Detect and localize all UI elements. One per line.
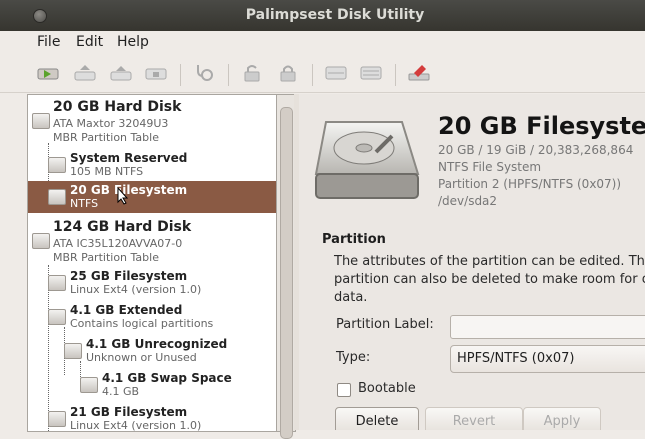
tree-item-subtitle: Linux Ext4 (version 1.0): [70, 419, 202, 432]
revert-button[interactable]: Revert: [425, 407, 523, 430]
tree-item-partition[interactable]: 21 GB Filesystem Linux Ext4 (version 1.0…: [28, 403, 277, 432]
detail-device: /dev/sda2: [438, 194, 498, 208]
tree-item-subtitle: Linux Ext4 (version 1.0): [70, 283, 202, 296]
unlock-icon[interactable]: [241, 64, 263, 82]
erase-icon[interactable]: [408, 64, 430, 82]
menu-bar: File Edit Help: [0, 31, 645, 53]
hard-disk-icon: [32, 113, 50, 129]
bootable-label: Bootable: [358, 381, 416, 396]
drive-stop-icon[interactable]: [145, 64, 167, 82]
toolbar-separator: [180, 64, 181, 86]
partition-label-input[interactable]: [450, 315, 645, 339]
tree-item-partition-selected[interactable]: 20 GB Filesystem NTFS: [28, 181, 277, 213]
tree-item-title: 4.1 GB Unrecognized: [86, 337, 228, 351]
tree-item-subtitle: 4.1 GB: [102, 385, 140, 398]
delete-button-label: Delete: [355, 414, 399, 429]
tree-item-title: 4.1 GB Swap Space: [102, 371, 232, 385]
menu-edit[interactable]: Edit: [76, 34, 103, 50]
tree-scrollbar-thumb[interactable]: [280, 107, 293, 439]
type-label: Type:: [336, 350, 371, 365]
drive-play-icon[interactable]: [37, 64, 59, 82]
drive-eject-alt-icon[interactable]: [110, 64, 132, 82]
partition-icon: [48, 275, 66, 291]
partition-icon: [48, 157, 66, 173]
tree-item-subtitle: MBR Partition Table: [53, 251, 159, 264]
partition-type-select[interactable]: HPFS/NTFS (0x07): [450, 345, 645, 373]
menu-help[interactable]: Help: [117, 34, 149, 50]
tree-item-disk-1[interactable]: 20 GB Hard Disk ATA Maxtor 32049U3 MBR P…: [28, 97, 277, 144]
lock-icon[interactable]: [277, 64, 299, 82]
tree-item-title: 21 GB Filesystem: [70, 405, 188, 419]
partition-icon: [48, 189, 66, 205]
menu-file[interactable]: File: [37, 34, 60, 50]
tree-item-partition[interactable]: System Reserved 105 MB NTFS: [28, 149, 277, 181]
drive-tree[interactable]: 20 GB Hard Disk ATA Maxtor 32049U3 MBR P…: [27, 94, 277, 432]
partition-type-value: HPFS/NTFS (0x07): [457, 351, 575, 366]
detail-title: 20 GB Filesyste: [438, 112, 645, 140]
tree-item-subtitle: Contains logical partitions: [70, 317, 214, 330]
drive-eject-icon[interactable]: [74, 64, 96, 82]
toolbar: [0, 56, 645, 93]
delete-button[interactable]: Delete: [335, 407, 419, 430]
tree-item-partition[interactable]: 4.1 GB Unrecognized Unknown or Unused: [28, 335, 277, 367]
tree-item-subtitle: ATA Maxtor 32049U3: [53, 117, 169, 130]
detail-partition: Partition 2 (HPFS/NTFS (0x07)): [438, 177, 622, 191]
detail-filesystem: NTFS File System: [438, 160, 542, 174]
window-title: Palimpsest Disk Utility: [245, 7, 425, 23]
apply-button-label: Apply: [543, 414, 581, 429]
partition-icon[interactable]: [360, 64, 382, 82]
tree-item-subtitle: Unknown or Unused: [86, 351, 197, 364]
tree-item-title: 4.1 GB Extended: [70, 303, 183, 317]
tree-item-disk-2[interactable]: 124 GB Hard Disk ATA IC35L120AVVA07-0 MB…: [28, 217, 277, 264]
mouse-cursor-icon: [117, 187, 129, 205]
title-bar: Palimpsest Disk Utility: [0, 0, 645, 31]
partition-heading: Partition: [322, 232, 386, 247]
partition-icon: [64, 343, 82, 359]
tree-item-subtitle: NTFS: [70, 197, 99, 210]
tree-item-title: 124 GB Hard Disk: [53, 219, 192, 235]
toolbar-separator: [312, 64, 313, 86]
tree-item-title: 25 GB Filesystem: [70, 269, 188, 283]
tree-item-partition[interactable]: 4.1 GB Swap Space 4.1 GB: [28, 369, 277, 401]
tree-item-subtitle: MBR Partition Table: [53, 131, 159, 144]
partition-description: data.: [334, 290, 368, 305]
toolbar-separator: [228, 64, 229, 86]
hard-disk-icon: [32, 233, 50, 249]
partition-icon: [48, 309, 66, 325]
stethoscope-icon[interactable]: [193, 64, 215, 82]
tree-item-subtitle: ATA IC35L120AVVA07-0: [53, 237, 183, 250]
revert-button-label: Revert: [452, 414, 496, 429]
partition-icon: [80, 377, 98, 393]
tree-item-subtitle: 105 MB NTFS: [70, 165, 144, 178]
tree-item-title: System Reserved: [70, 151, 188, 165]
partition-icon: [48, 411, 66, 427]
toolbar-separator: [395, 64, 396, 86]
partition-description: partition can also be deleted to make ro…: [334, 272, 645, 287]
hard-disk-icon: [314, 121, 420, 199]
tree-item-partition[interactable]: 25 GB Filesystem Linux Ext4 (version 1.0…: [28, 267, 277, 299]
partition-label-text: Partition Label:: [336, 317, 434, 332]
tree-item-partition[interactable]: 4.1 GB Extended Contains logical partiti…: [28, 301, 277, 333]
partition-description: The attributes of the partition can be e…: [334, 254, 645, 269]
tree-item-title: 20 GB Hard Disk: [53, 99, 182, 115]
tree-scrollbar[interactable]: [276, 94, 296, 439]
detail-size: 20 GB / 19 GiB / 20,383,268,864: [438, 143, 634, 157]
apply-button[interactable]: Apply: [523, 407, 601, 430]
bootable-checkbox[interactable]: [337, 383, 351, 397]
format-drive-icon[interactable]: [325, 64, 347, 82]
detail-pane: 20 GB Filesyste 20 GB / 19 GiB / 20,383,…: [299, 94, 645, 430]
